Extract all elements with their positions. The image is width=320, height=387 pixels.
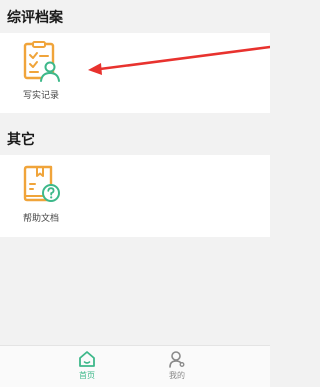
- record-document-icon: [23, 41, 60, 82]
- tab-home-label: 首页: [79, 371, 95, 380]
- evaluation-panel: 写实记录: [0, 33, 270, 113]
- tab-profile[interactable]: 我的: [147, 350, 207, 381]
- home-icon: [79, 351, 95, 367]
- tab-profile-label: 我的: [169, 371, 185, 380]
- bottom-tab-bar: 首页 我的: [0, 345, 270, 387]
- record-tile-label: 写实记录: [22, 91, 59, 101]
- section-title-evaluation: 综评档案: [7, 10, 63, 26]
- help-book-icon: [23, 165, 60, 202]
- other-panel: 帮助文档: [0, 155, 270, 237]
- tab-home[interactable]: 首页: [57, 350, 117, 381]
- record-tile[interactable]: 写实记录: [6, 41, 76, 102]
- user-icon: [169, 351, 185, 368]
- help-tile[interactable]: 帮助文档: [6, 164, 76, 225]
- section-title-other: 其它: [7, 132, 35, 148]
- help-tile-label: 帮助文档: [22, 214, 59, 224]
